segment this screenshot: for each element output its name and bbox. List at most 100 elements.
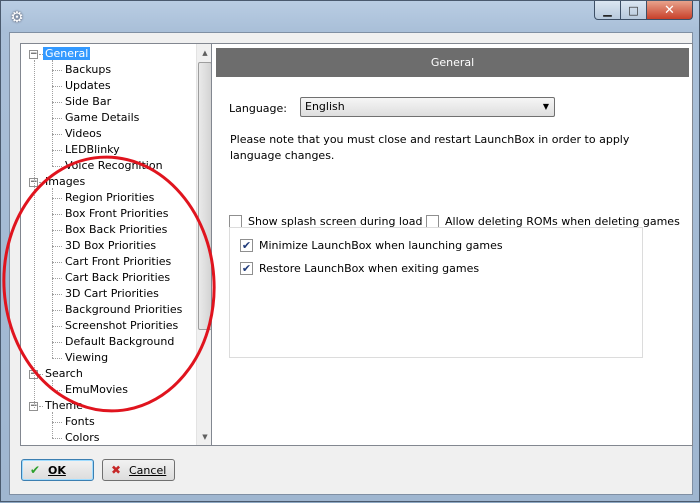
restore-checkbox[interactable]: ✔ Restore LaunchBox when exiting games [240,262,479,275]
ok-button[interactable]: ✔ OK [21,459,94,481]
tree-connector [52,246,62,247]
tree-leaf[interactable]: 3D Box Priorities [63,238,158,254]
tree-connector [52,412,53,438]
tree-leaf[interactable]: Colors [63,430,101,445]
gear-icon[interactable]: ⚙ [9,9,25,25]
cross-icon: ✖ [111,463,122,477]
tree-connector [52,188,53,358]
panel-header: General [216,48,689,77]
tree-leaf[interactable]: Background Priorities [63,302,184,318]
tree-item-label: Background Priorities [65,303,183,316]
tree-item-label: Side Bar [65,95,112,108]
tree-connector [52,118,62,119]
tree-item-label: EmuMovies [65,383,128,396]
tree-connector [39,182,43,183]
tree-connector [52,422,62,423]
tree-leaf[interactable]: Screenshot Priorities [63,318,180,334]
tree-node[interactable]: General [43,46,91,62]
tree-connector [52,70,62,71]
tree-connector [39,54,43,55]
maximize-icon: □ [628,3,639,17]
tree-item-label: 3D Cart Priorities [65,287,159,300]
collapse-icon[interactable]: − [29,50,38,59]
tree-item-label: LEDBlinky [65,143,120,156]
tree-connector [52,262,62,263]
minimize-icon: ▁ [603,3,612,17]
tree-connector [52,166,62,167]
tree-leaf[interactable]: EmuMovies [63,382,130,398]
minimize-checkbox[interactable]: ✔ Minimize LaunchBox when launching game… [240,239,503,252]
tree-leaf[interactable]: LEDBlinky [63,142,122,158]
restore-checkbox-box[interactable]: ✔ [240,262,253,275]
tree-item-label: Videos [65,127,102,140]
tree-connector [39,406,43,407]
tree-leaf[interactable]: Game Details [63,110,141,126]
tree-connector [52,150,62,151]
tree-item-label: Viewing [65,351,109,364]
tree-item-label: Voice Recognition [65,159,163,172]
checkmark-icon: ✔ [30,463,41,477]
tree-leaf[interactable]: Updates [63,78,113,94]
tree-leaf[interactable]: Cart Back Priorities [63,270,172,286]
tree-leaf[interactable]: Fonts [63,414,97,430]
tree-connector [52,86,62,87]
tree-connector [52,278,62,279]
tree-leaf[interactable]: Videos [63,126,104,142]
close-button[interactable]: ✕ [647,1,693,20]
restore-label: Restore LaunchBox when exiting games [259,262,480,275]
tree-item-label: General [43,47,91,60]
scroll-thumb[interactable] [198,62,212,330]
language-select[interactable]: English ▼ [300,97,555,117]
tree-leaf[interactable]: Backups [63,62,113,78]
tree-leaf[interactable]: Box Front Priorities [63,206,170,222]
tree-leaf[interactable]: Side Bar [63,94,113,110]
tree-item-label: Cart Front Priorities [65,255,172,268]
tree-connector [34,60,35,408]
tree-leaf[interactable]: Box Back Priorities [63,222,169,238]
tree-item-label: Fonts [65,415,95,428]
title-bar[interactable]: ⚙ ▁ □ ✕ [1,1,699,33]
tree-item-label: 3D Box Priorities [65,239,157,252]
tree-connector [52,60,53,166]
tree-item-label: Cart Back Priorities [65,271,171,284]
tree-item-label: Box Back Priorities [65,223,168,236]
close-icon: ✕ [664,2,675,18]
launch-options-group: ✔ Minimize LaunchBox when launching game… [229,227,643,358]
tree-connector [52,390,62,391]
minimize-button[interactable]: ▁ [594,1,621,20]
tree-node[interactable]: Theme [43,398,85,414]
minimize-checkbox-box[interactable]: ✔ [240,239,253,252]
tree-connector [52,230,62,231]
settings-tree[interactable]: ▲ ▼ General − Backups Updates Side Bar Game D… [20,43,214,446]
tree-leaf[interactable]: Voice Recognition [63,158,165,174]
tree-node[interactable]: Images [43,174,87,190]
tree-node[interactable]: Search [43,366,85,382]
tree-item-label: Search [45,367,83,380]
ok-label: OK [48,463,66,477]
tree-connector [52,310,62,311]
tree-leaf[interactable]: Default Background [63,334,176,350]
tree-connector [52,134,62,135]
language-note: Please note that you must close and rest… [230,133,630,162]
tree-connector [52,198,62,199]
maximize-button[interactable]: □ [621,1,647,20]
tree-connector [52,342,62,343]
caption-buttons: ▁ □ ✕ [594,1,693,20]
chevron-down-icon: ▼ [542,102,549,111]
tree-leaf[interactable]: Region Priorities [63,190,156,206]
tree-item-label: Backups [65,63,112,76]
tree-connector [52,326,62,327]
tree-connector [52,102,62,103]
minimize-label: Minimize LaunchBox when launching games [259,239,503,252]
tree-leaf[interactable]: 3D Cart Priorities [63,286,161,302]
settings-panel: General Language: English ▼ Please note … [211,43,693,446]
tree-item-label: Updates [65,79,111,92]
tree-leaf[interactable]: Viewing [63,350,110,366]
cancel-button[interactable]: ✖ Cancel [102,459,175,481]
tree-item-label: Screenshot Priorities [65,319,179,332]
tree-item-label: Images [45,175,86,188]
tree-item-label: Region Priorities [65,191,155,204]
tree-connector [52,438,62,439]
tree-item-label: Default Background [65,335,175,348]
tree-leaf[interactable]: Cart Front Priorities [63,254,173,270]
